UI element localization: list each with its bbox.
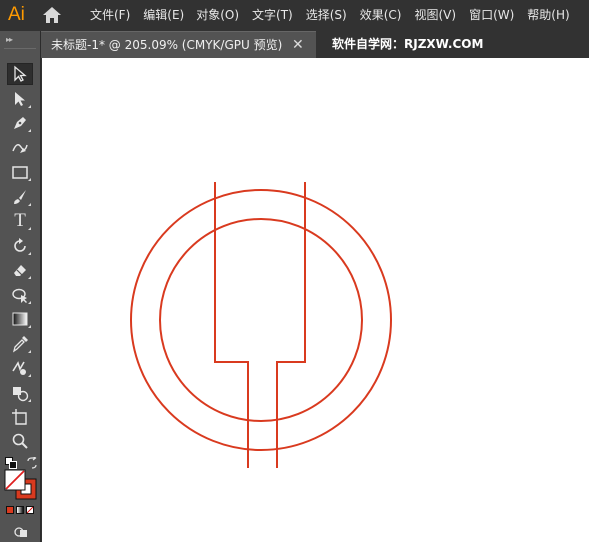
swap-colors-icon[interactable] (26, 454, 38, 469)
gradient-mode-button[interactable] (16, 506, 24, 514)
fill-stroke-widget[interactable] (4, 469, 38, 501)
artboard-canvas[interactable] (42, 58, 589, 542)
type-tool-label: T (14, 210, 26, 231)
blend-tool-icon[interactable] (7, 357, 33, 379)
default-colors-icon[interactable] (5, 454, 17, 469)
type-tool-icon[interactable]: T (7, 210, 33, 232)
none-mode-button[interactable] (26, 506, 34, 514)
menu-window[interactable]: 窗口(W) (469, 0, 514, 31)
close-tab-icon[interactable]: ✕ (292, 32, 304, 59)
watermark-text: 软件自学网：RJZXW.COM (332, 37, 484, 51)
home-icon[interactable] (42, 6, 62, 24)
key-shape-path[interactable] (214, 182, 249, 468)
artboard-tool-icon[interactable] (7, 406, 33, 428)
puppet-warp-tool-icon[interactable] (7, 284, 33, 306)
color-mode-button[interactable] (6, 506, 14, 514)
eraser-tool-icon[interactable] (7, 259, 33, 281)
key-shape-path-right[interactable] (276, 182, 306, 468)
eyedropper-tool-icon[interactable] (7, 333, 33, 355)
document-tab-bar: 未标题-1* @ 205.09% (CMYK/GPU 预览) ✕ 软件自学网：R… (41, 31, 589, 58)
zoom-tool-icon[interactable] (7, 430, 33, 452)
menu-file[interactable]: 文件(F) (90, 0, 130, 31)
rotate-tool-icon[interactable] (7, 235, 33, 257)
app-logo: Ai (8, 4, 25, 25)
shape-builder-tool-icon[interactable] (7, 382, 33, 404)
curvature-tool-icon[interactable] (7, 137, 33, 159)
menu-type[interactable]: 文字(T) (252, 0, 293, 31)
menu-edit[interactable]: 编辑(E) (143, 0, 184, 31)
gradient-tool-icon[interactable] (7, 308, 33, 330)
panel-divider (4, 48, 36, 49)
outer-circle[interactable] (130, 189, 392, 451)
panel-grip[interactable]: ▸▸ (6, 35, 13, 44)
menu-bar: Ai 文件(F) 编辑(E) 对象(O) 文字(T) 选择(S) 效果(C) 视… (0, 0, 589, 31)
pen-tool-icon[interactable] (7, 112, 33, 134)
document-tab[interactable]: 未标题-1* @ 205.09% (CMYK/GPU 预览) ✕ (41, 31, 316, 58)
color-mode-buttons (6, 506, 36, 516)
document-tab-title: 未标题-1* @ 205.09% (CMYK/GPU 预览) (51, 38, 283, 52)
artwork (130, 182, 392, 468)
inner-circle[interactable] (159, 218, 363, 422)
draw-mode-icon[interactable] (14, 523, 28, 537)
direct-selection-tool-icon[interactable] (7, 88, 33, 110)
menu-select[interactable]: 选择(S) (306, 0, 347, 31)
menu-object[interactable]: 对象(O) (196, 0, 239, 31)
paintbrush-tool-icon[interactable] (7, 186, 33, 208)
rectangle-tool-icon[interactable] (7, 161, 33, 183)
selection-tool-icon[interactable] (7, 63, 33, 85)
main-menu: 文件(F) 编辑(E) 对象(O) 文字(T) 选择(S) 效果(C) 视图(V… (90, 0, 583, 31)
menu-effect[interactable]: 效果(C) (360, 0, 402, 31)
menu-help[interactable]: 帮助(H) (527, 0, 569, 31)
menu-view[interactable]: 视图(V) (414, 0, 456, 31)
tools-panel: ▸▸ T (0, 31, 41, 542)
